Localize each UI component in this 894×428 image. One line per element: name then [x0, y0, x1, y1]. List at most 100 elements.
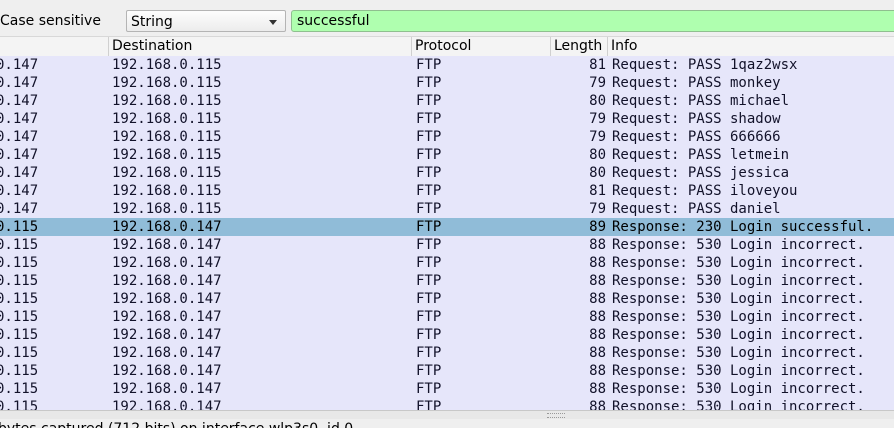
row-length: 80: [589, 165, 606, 181]
row-length: 88: [589, 273, 606, 289]
column-header-info[interactable]: Info: [607, 37, 894, 56]
row-destination: 192.168.0.147: [112, 363, 222, 379]
row-info: Request: PASS shadow: [612, 111, 781, 127]
row-length: 80: [589, 93, 606, 109]
packet-row[interactable]: 0.115 192.168.0.147 FTP 88 Response: 530 Log…: [0, 236, 894, 254]
column-header-length[interactable]: Length: [550, 37, 608, 56]
row-length: 88: [589, 345, 606, 361]
row-source: 0.115: [0, 237, 39, 253]
row-length: 81: [589, 57, 606, 73]
row-source: 0.115: [0, 219, 39, 235]
search-type-select[interactable]: String: [126, 10, 286, 32]
row-source: 0.147: [0, 57, 39, 73]
row-source: 0.115: [0, 309, 39, 325]
row-destination: 192.168.0.115: [112, 183, 222, 199]
row-source: 0.147: [0, 147, 39, 163]
column-header-protocol[interactable]: Protocol: [411, 37, 551, 56]
packet-row[interactable]: 0.147 192.168.0.115 FTP 79 Request: PASS mon…: [0, 74, 894, 92]
row-destination: 192.168.0.115: [112, 111, 222, 127]
row-source: 0.147: [0, 75, 39, 91]
row-destination: 192.168.0.147: [112, 291, 222, 307]
packet-row[interactable]: 0.147 192.168.0.115 FTP 79 Request: PASS 666…: [0, 128, 894, 146]
row-info: Response: 530 Login incorrect.: [612, 363, 865, 379]
packet-row[interactable]: 0.115 192.168.0.147 FTP 88 Response: 530 Log…: [0, 326, 894, 344]
row-info: Response: 530 Login incorrect.: [612, 291, 865, 307]
row-protocol: FTP: [416, 183, 442, 199]
row-info: Request: PASS daniel: [612, 201, 781, 217]
row-length: 88: [589, 309, 606, 325]
packet-row[interactable]: 0.147 192.168.0.115 FTP 81 Request: PASS 1qa…: [0, 56, 894, 74]
row-source: 0.115: [0, 327, 39, 343]
search-input[interactable]: [292, 11, 887, 31]
packet-row[interactable]: 0.147 192.168.0.115 FTP 79 Request: PASS dan…: [0, 200, 894, 218]
row-protocol: FTP: [416, 237, 442, 253]
packet-list: 0.147 192.168.0.115 FTP 81 Request: PASS 1qa…: [0, 56, 894, 411]
row-length: 79: [589, 201, 606, 217]
row-destination: 192.168.0.147: [112, 345, 222, 361]
row-info: Request: PASS 1qaz2wsx: [612, 57, 798, 73]
row-protocol: FTP: [416, 75, 442, 91]
packet-row[interactable]: 0.115 192.168.0.147 FTP 88 Response: 530 Log…: [0, 362, 894, 380]
row-destination: 192.168.0.147: [112, 309, 222, 325]
row-protocol: FTP: [416, 219, 442, 235]
row-info: Request: PASS jessica: [612, 165, 790, 181]
row-protocol: FTP: [416, 309, 442, 325]
packet-row[interactable]: 0.147 192.168.0.115 FTP 79 Request: PASS sha…: [0, 110, 894, 128]
packet-row[interactable]: 0.115 192.168.0.147 FTP 88 Response: 530 Log…: [0, 290, 894, 308]
row-source: 0.147: [0, 111, 39, 127]
row-info: Request: PASS michael: [612, 93, 790, 109]
row-length: 88: [589, 381, 606, 397]
packet-row[interactable]: 0.115 192.168.0.147 FTP 89 Response: 230 Log…: [0, 218, 894, 236]
packet-row[interactable]: 0.115 192.168.0.147 FTP 88 Response: 530 Log…: [0, 344, 894, 362]
splitter-handle[interactable]: [0, 410, 894, 419]
row-protocol: FTP: [416, 201, 442, 217]
case-sensitive-label[interactable]: Case sensitive: [0, 11, 101, 31]
row-source: 0.115: [0, 255, 39, 271]
row-destination: 192.168.0.115: [112, 75, 222, 91]
row-info: Request: PASS iloveyou: [612, 183, 798, 199]
row-info: Response: 530 Login incorrect.: [612, 237, 865, 253]
packet-row[interactable]: 0.115 192.168.0.147 FTP 88 Response: 530 Log…: [0, 254, 894, 272]
row-length: 79: [589, 75, 606, 91]
packet-row[interactable]: 0.147 192.168.0.115 FTP 80 Request: PASS let…: [0, 146, 894, 164]
row-length: 89: [589, 219, 606, 235]
row-protocol: FTP: [416, 255, 442, 271]
row-protocol: FTP: [416, 345, 442, 361]
search-field[interactable]: [291, 10, 894, 32]
row-source: 0.147: [0, 129, 39, 145]
column-header-source[interactable]: [0, 37, 108, 56]
row-destination: 192.168.0.147: [112, 381, 222, 397]
row-info: Response: 530 Login incorrect.: [612, 255, 865, 271]
row-protocol: FTP: [416, 165, 442, 181]
packet-row[interactable]: 0.147 192.168.0.115 FTP 80 Request: PASS jes…: [0, 164, 894, 182]
row-source: 0.147: [0, 165, 39, 181]
row-source: 0.115: [0, 291, 39, 307]
row-info: Response: 230 Login successful.: [612, 219, 874, 235]
row-source: 0.147: [0, 201, 39, 217]
row-length: 88: [589, 327, 606, 343]
row-info: Response: 530 Login incorrect.: [612, 327, 865, 343]
row-destination: 192.168.0.115: [112, 201, 222, 217]
packet-row[interactable]: 0.147 192.168.0.115 FTP 81 Request: PASS ilo…: [0, 182, 894, 200]
row-length: 81: [589, 183, 606, 199]
packet-row[interactable]: 0.115 192.168.0.147 FTP 88 Response: 530 Log…: [0, 308, 894, 326]
packet-row[interactable]: 0.115 192.168.0.147 FTP 88 Response: 530 Log…: [0, 272, 894, 290]
row-destination: 192.168.0.115: [112, 147, 222, 163]
row-protocol: FTP: [416, 129, 442, 145]
find-packet-bar: Case sensitive String: [0, 0, 894, 36]
row-destination: 192.168.0.147: [112, 237, 222, 253]
packet-row[interactable]: 0.115 192.168.0.147 FTP 88 Response: 530 Log…: [0, 380, 894, 398]
row-info: Response: 530 Login incorrect.: [612, 309, 865, 325]
packet-details-pane: bytes captured (712 bits) on interface w…: [0, 419, 894, 428]
row-protocol: FTP: [416, 291, 442, 307]
row-source: 0.147: [0, 93, 39, 109]
row-protocol: FTP: [416, 273, 442, 289]
row-source: 0.115: [0, 363, 39, 379]
row-info: Request: PASS monkey: [612, 75, 781, 91]
row-protocol: FTP: [416, 57, 442, 73]
packet-row[interactable]: 0.147 192.168.0.115 FTP 80 Request: PASS mic…: [0, 92, 894, 110]
grip-icon: [547, 413, 565, 418]
column-header-destination[interactable]: Destination: [108, 37, 412, 56]
row-destination: 192.168.0.115: [112, 165, 222, 181]
row-protocol: FTP: [416, 147, 442, 163]
